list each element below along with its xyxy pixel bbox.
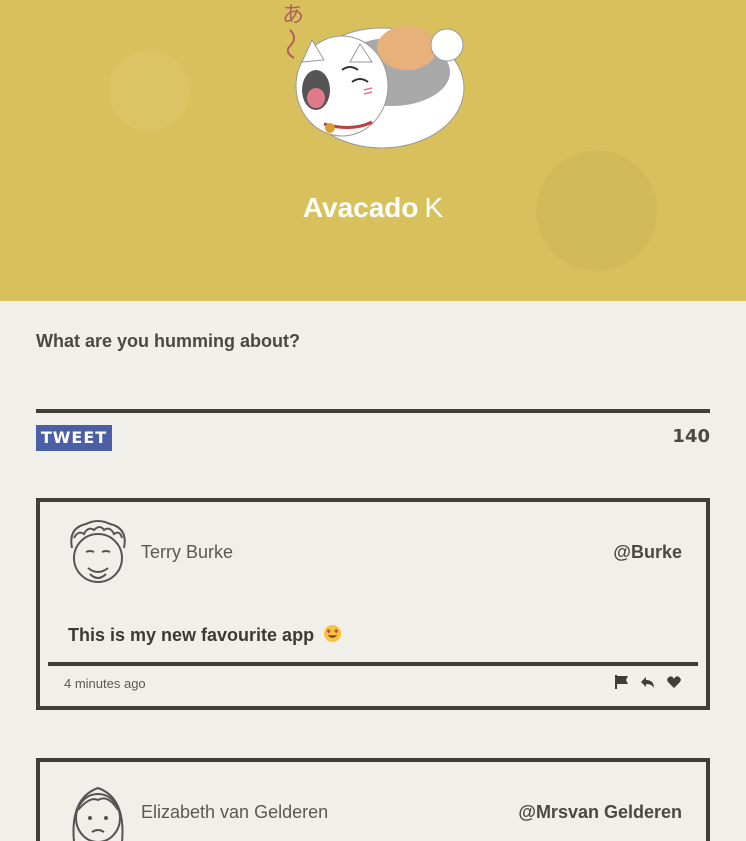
reply-icon[interactable] [640,674,656,690]
compose-underline [36,409,710,413]
man-face-icon[interactable] [66,518,130,586]
tweet-divider [48,662,698,666]
tweet-card: Terry Burke @Burke This is my new favour… [36,498,710,710]
woman-face-icon[interactable] [66,778,130,841]
profile-last-initial: K [424,192,444,223]
flag-icon[interactable] [614,674,630,690]
char-counter: 140 [672,426,710,447]
profile-header: あ Avacado K [0,0,746,301]
tweet-author-name[interactable]: Terry Burke [141,542,233,563]
heart-icon[interactable] [666,674,682,690]
tweet-author-name[interactable]: Elizabeth van Gelderen [141,802,328,823]
tweet-timestamp: 4 minutes ago [64,676,146,691]
tweet-author-handle[interactable]: @Mrsvan Gelderen [518,802,682,823]
tweet-message: This is my new favourite app [68,624,342,648]
profile-avatar[interactable]: あ [272,0,472,160]
heart-eyes-emoji-icon [323,624,342,648]
cat-avatar-icon: あ [282,3,465,149]
profile-name: Avacado K [0,192,746,224]
svg-text:あ: あ [282,3,304,28]
tweet-actions [614,674,682,690]
tweet-button[interactable]: TWEET [36,425,112,451]
compose-prompt[interactable]: What are you humming about? [36,331,300,352]
tweet-message-text: This is my new favourite app [68,625,315,645]
tweet-author-handle[interactable]: @Burke [613,542,682,563]
profile-first-name: Avacado [302,192,419,223]
tweet-card: Elizabeth van Gelderen @Mrsvan Gelderen [36,758,710,841]
